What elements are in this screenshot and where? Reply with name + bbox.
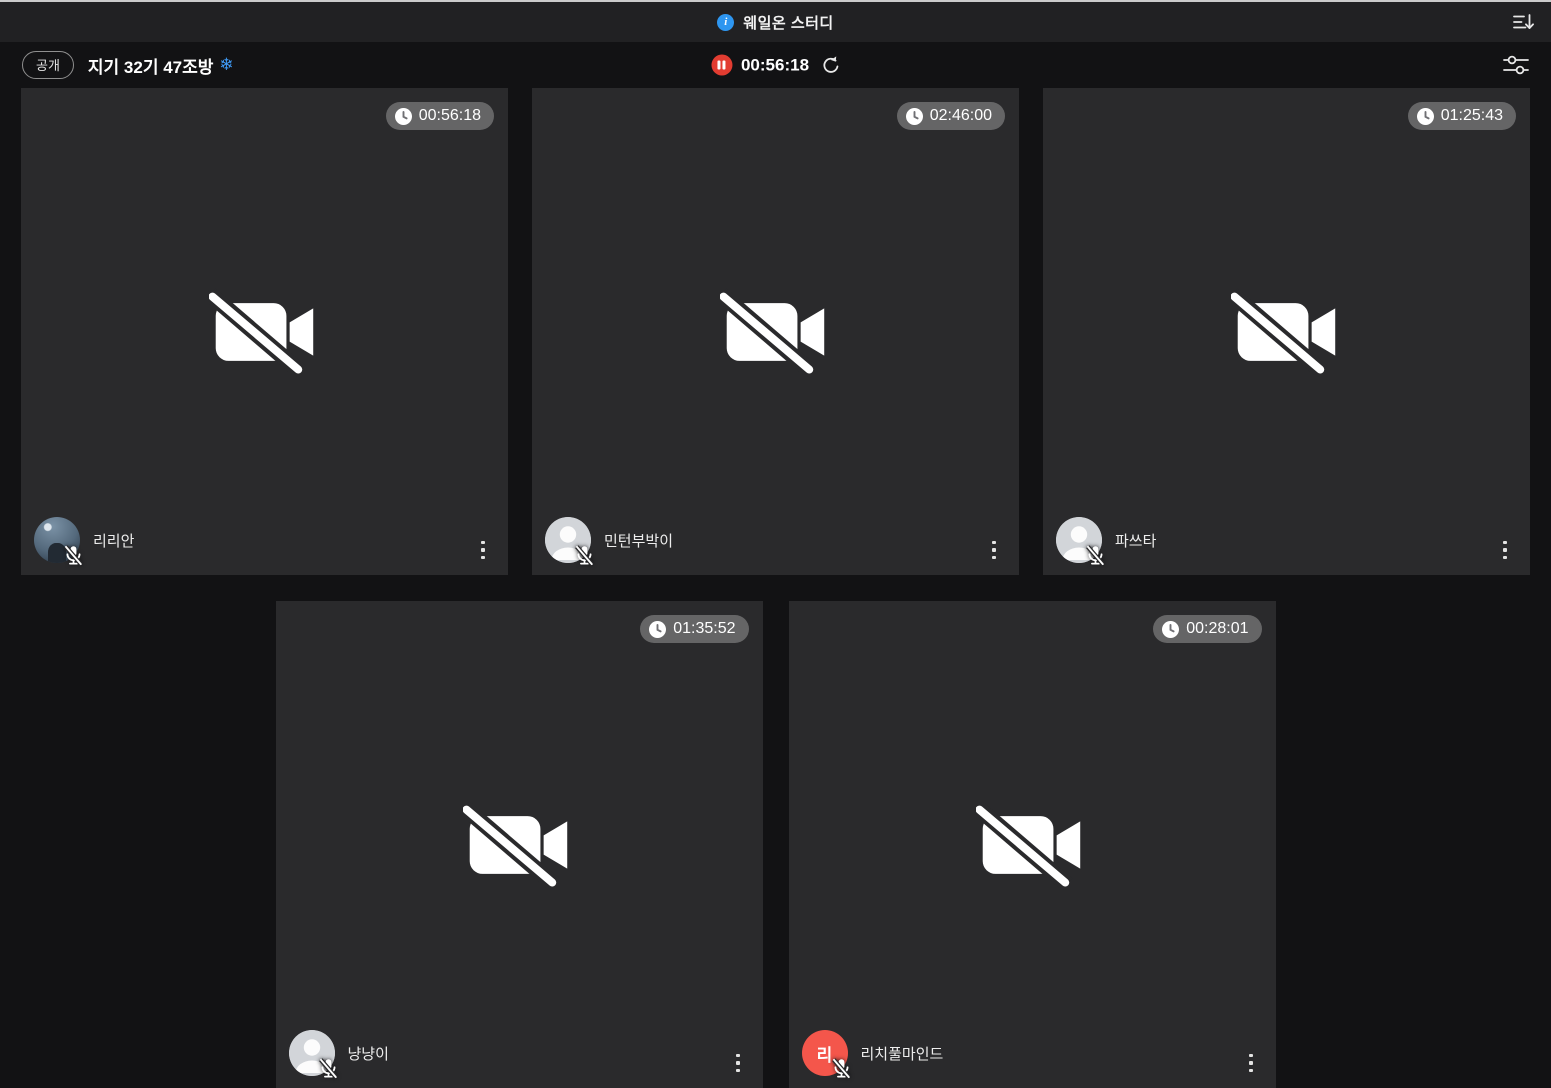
room-toolbar: 공개 지기 32기 47조방 ❄ 00:56:18 bbox=[0, 42, 1551, 88]
participant-name: 리리안 bbox=[93, 532, 135, 550]
participant-grid: 00:56:18 리리안 02:46:00 민턴부박이 01:25:43 파쓰타… bbox=[0, 88, 1551, 1088]
participant-tile: 01:35:52 냥냥이 bbox=[275, 601, 763, 1088]
camera-off-icon bbox=[1043, 88, 1530, 575]
participant-name: 냥냥이 bbox=[347, 1045, 389, 1063]
tile-footer: 리 리치풀마인드 bbox=[801, 1030, 1259, 1079]
app-title: 웨일온 스터디 bbox=[743, 14, 834, 32]
avatar bbox=[545, 517, 594, 566]
camera-off-icon bbox=[532, 88, 1019, 575]
room-title: 지기 32기 47조방 bbox=[87, 57, 214, 77]
participant-tile: 02:46:00 민턴부박이 bbox=[532, 88, 1019, 575]
participant-tile: 00:28:01 리 리치풀마인드 bbox=[788, 601, 1276, 1088]
pause-button[interactable] bbox=[710, 54, 732, 76]
camera-off-icon bbox=[21, 88, 508, 575]
info-icon[interactable]: i bbox=[717, 13, 735, 31]
camera-off-icon bbox=[789, 601, 1276, 1088]
tile-menu-button[interactable] bbox=[1243, 1050, 1259, 1077]
mic-muted-icon bbox=[64, 545, 83, 566]
camera-off-icon bbox=[276, 601, 763, 1088]
participant-tile: 01:25:43 파쓰타 bbox=[1043, 88, 1530, 575]
participant-name: 리치풀마인드 bbox=[860, 1045, 944, 1063]
tile-footer: 파쓰타 bbox=[1056, 517, 1513, 566]
titlebar: i 웨일온 스터디 bbox=[0, 2, 1551, 42]
tile-menu-button[interactable] bbox=[1497, 537, 1513, 564]
tile-footer: 냥냥이 bbox=[288, 1030, 746, 1079]
session-timer: 00:56:18 bbox=[740, 55, 810, 74]
avatar: 리 bbox=[801, 1030, 851, 1079]
avatar bbox=[34, 517, 83, 566]
grid-row: 00:56:18 리리안 02:46:00 민턴부박이 01:25:43 파쓰타 bbox=[19, 88, 1532, 575]
tile-menu-button[interactable] bbox=[986, 537, 1002, 564]
tile-footer: 민턴부박이 bbox=[545, 517, 1002, 566]
visibility-badge: 공개 bbox=[22, 51, 74, 79]
filter-sliders-icon[interactable] bbox=[1503, 54, 1529, 76]
mic-muted-icon bbox=[1086, 545, 1105, 566]
grid-row: 01:35:52 냥냥이 00:28:01 리 리치풀마인드 bbox=[19, 601, 1532, 1088]
reset-timer-icon[interactable] bbox=[820, 55, 840, 75]
participant-tile: 00:56:18 리리안 bbox=[21, 88, 508, 575]
mic-muted-icon bbox=[831, 1058, 851, 1079]
avatar bbox=[288, 1030, 338, 1079]
participant-name: 민턴부박이 bbox=[604, 532, 674, 550]
tile-menu-button[interactable] bbox=[475, 537, 491, 564]
tile-menu-button[interactable] bbox=[730, 1050, 746, 1077]
sort-descending-icon[interactable] bbox=[1513, 13, 1535, 31]
tile-footer: 리리안 bbox=[34, 517, 491, 566]
participant-name: 파쓰타 bbox=[1115, 532, 1157, 550]
snowflake-icon: ❄ bbox=[219, 55, 234, 74]
mic-muted-icon bbox=[318, 1058, 338, 1079]
mic-muted-icon bbox=[575, 545, 594, 566]
avatar bbox=[1056, 517, 1105, 566]
